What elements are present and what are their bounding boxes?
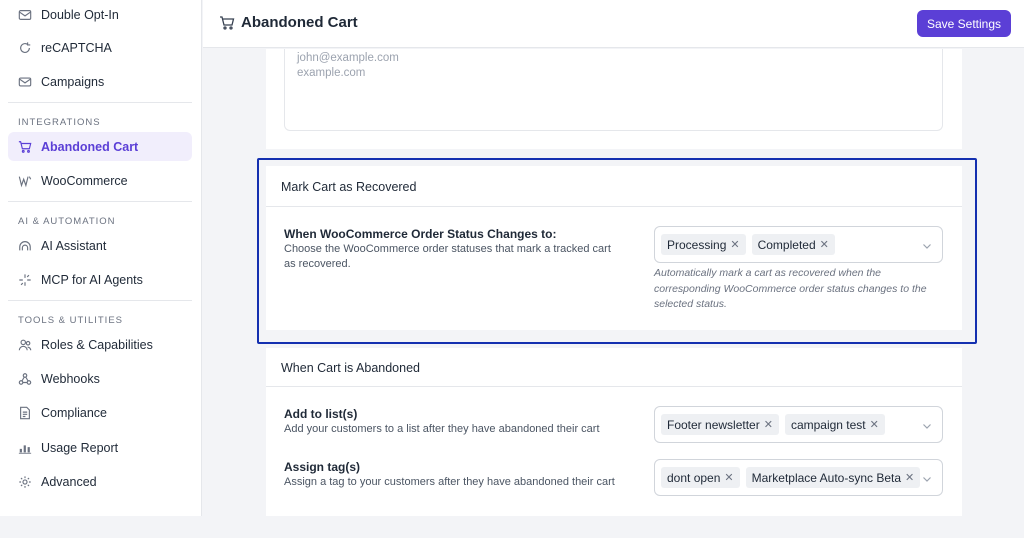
tag-chip: dont open ✕ bbox=[661, 467, 740, 488]
mail-icon bbox=[18, 75, 32, 89]
remove-chip-icon[interactable]: ✕ bbox=[905, 471, 914, 484]
sidebar-divider bbox=[8, 201, 192, 202]
highlight-box bbox=[257, 158, 977, 344]
page-title: Abandoned Cart bbox=[241, 14, 358, 31]
sidebar-item-label: Usage Report bbox=[41, 440, 119, 455]
tag-chip: Marketplace Auto-sync Beta ✕ bbox=[745, 467, 921, 488]
chevron-down-icon[interactable] bbox=[922, 472, 932, 482]
chip-label: campaign test bbox=[790, 417, 866, 432]
document-icon bbox=[18, 406, 32, 420]
sidebar-item-label: Webhooks bbox=[41, 371, 100, 386]
chip-label: Footer newsletter bbox=[667, 417, 760, 432]
emails-textarea[interactable]: john@example.com example.com bbox=[284, 49, 943, 131]
sidebar-item-label: reCAPTCHA bbox=[41, 40, 112, 55]
cart-icon bbox=[18, 140, 32, 154]
sidebar-item-label: Compliance bbox=[41, 405, 108, 420]
list-chip: Footer newsletter ✕ bbox=[661, 414, 779, 435]
chip-label: dont open bbox=[667, 470, 721, 485]
sidebar-item-label: WooCommerce bbox=[41, 173, 128, 188]
sidebar-item-compliance[interactable]: Compliance bbox=[8, 398, 192, 427]
sidebar-divider bbox=[8, 300, 192, 301]
sidebar-item-roles[interactable]: Roles & Capabilities bbox=[8, 330, 192, 359]
cart-icon bbox=[219, 15, 235, 31]
setting-title: Add to list(s) bbox=[284, 407, 358, 421]
sidebar: Double Opt-In reCAPTCHA Campaigns INTEGR… bbox=[0, 0, 202, 516]
users-icon bbox=[18, 338, 32, 352]
woocommerce-icon bbox=[18, 174, 32, 188]
sidebar-item-label: Advanced bbox=[41, 474, 97, 489]
sidebar-divider bbox=[8, 102, 192, 103]
webhook-icon bbox=[18, 372, 32, 386]
sidebar-item-label: Double Opt-In bbox=[41, 7, 119, 22]
remove-chip-icon[interactable]: ✕ bbox=[764, 418, 773, 431]
section-label-ai: AI & AUTOMATION bbox=[18, 216, 116, 227]
sidebar-item-woocommerce[interactable]: WooCommerce bbox=[8, 166, 192, 195]
sidebar-item-label: Roles & Capabilities bbox=[41, 337, 153, 352]
setting-description: Assign a tag to your customers after the… bbox=[284, 476, 615, 488]
sidebar-item-label: Campaigns bbox=[41, 74, 105, 89]
sidebar-item-label: MCP for AI Agents bbox=[41, 272, 143, 287]
tags-select[interactable]: dont open ✕ Marketplace Auto-sync Beta ✕ bbox=[654, 459, 943, 496]
sidebar-item-mcp[interactable]: MCP for AI Agents bbox=[8, 265, 192, 294]
bar-chart-icon bbox=[18, 441, 32, 455]
page-header: Abandoned Cart Save Settings bbox=[203, 0, 1024, 48]
textarea-line: john@example.com bbox=[297, 52, 399, 64]
sidebar-item-campaigns[interactable]: Campaigns bbox=[8, 67, 192, 96]
sidebar-item-recaptcha[interactable]: reCAPTCHA bbox=[8, 33, 192, 62]
gear-icon bbox=[18, 475, 32, 489]
setting-description: Add your customers to a list after they … bbox=[284, 423, 600, 435]
sidebar-item-label: Abandoned Cart bbox=[41, 139, 139, 154]
lists-select[interactable]: Footer newsletter ✕ campaign test ✕ bbox=[654, 406, 943, 443]
section-label-tools: TOOLS & UTILITIES bbox=[18, 315, 123, 326]
sparkle-icon bbox=[18, 273, 32, 287]
ai-icon bbox=[18, 239, 32, 253]
section-label-integrations: INTEGRATIONS bbox=[18, 117, 101, 128]
mail-check-icon bbox=[18, 8, 32, 22]
sidebar-item-usage-report[interactable]: Usage Report bbox=[8, 433, 192, 462]
chevron-down-icon[interactable] bbox=[922, 419, 932, 429]
sidebar-item-double-opt-in[interactable]: Double Opt-In bbox=[8, 0, 192, 29]
sidebar-item-advanced[interactable]: Advanced bbox=[8, 467, 192, 496]
sidebar-item-abandoned-cart[interactable]: Abandoned Cart bbox=[8, 132, 192, 161]
chip-label: Marketplace Auto-sync Beta bbox=[751, 470, 902, 485]
save-settings-button[interactable]: Save Settings bbox=[917, 10, 1011, 37]
remove-chip-icon[interactable]: ✕ bbox=[870, 418, 879, 431]
emails-card: john@example.com example.com bbox=[266, 49, 962, 149]
card-heading: When Cart is Abandoned bbox=[266, 348, 962, 387]
recaptcha-icon bbox=[18, 41, 32, 55]
list-chip: campaign test ✕ bbox=[784, 414, 885, 435]
textarea-line: example.com bbox=[297, 67, 366, 79]
setting-title: Assign tag(s) bbox=[284, 460, 361, 474]
sidebar-item-ai-assistant[interactable]: AI Assistant bbox=[8, 231, 192, 260]
sidebar-item-label: AI Assistant bbox=[41, 238, 107, 253]
cart-abandoned-card: When Cart is Abandoned Add to list(s) Ad… bbox=[266, 348, 962, 516]
remove-chip-icon[interactable]: ✕ bbox=[724, 471, 733, 484]
sidebar-item-webhooks[interactable]: Webhooks bbox=[8, 364, 192, 393]
